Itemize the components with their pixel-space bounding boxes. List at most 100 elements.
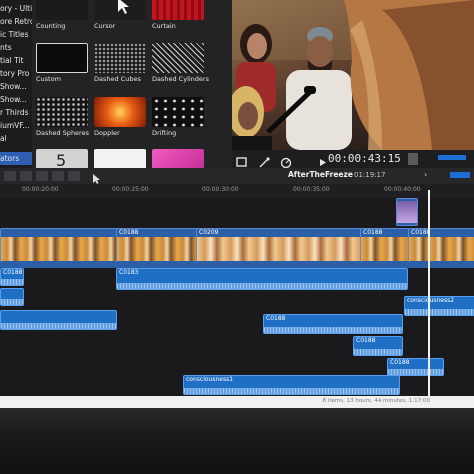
effect-countdown[interactable]: 5 [36, 149, 88, 168]
effect-thumbnail [36, 97, 88, 127]
effect-thumbnail [94, 97, 146, 127]
effect-doppler[interactable]: Doppler [94, 97, 146, 137]
effect-label: Cursor [94, 22, 116, 30]
effect-counting[interactable]: Counting [36, 0, 88, 30]
playhead[interactable] [428, 190, 430, 400]
timeline-ruler[interactable]: 00:00:20:00 00:00:25:00 00:00:30:00 00:0… [0, 184, 474, 198]
audio-waveform [184, 388, 399, 394]
audio-clip[interactable]: consciousness1 [183, 375, 400, 395]
clip-name: C0188 [356, 337, 376, 344]
sidebar-item[interactable]: nts [0, 41, 32, 54]
chevron-right-icon[interactable]: › [424, 170, 427, 179]
audio-clip[interactable]: C0188 [387, 358, 444, 376]
library-sidebar: ory - Ultim ore Retro ic Titles nts tial… [0, 0, 32, 168]
clip-name: C0188 [363, 229, 383, 236]
viewer-toolbar: 00:00:43:15 [232, 150, 474, 169]
timeline-toolbar: AfterTheFreeze 01:19:17 › [0, 168, 474, 184]
effect-label: Dashed Cylinders [152, 75, 209, 83]
clip-name: C0188 [390, 359, 410, 366]
audio-clip[interactable]: C0188 [263, 314, 403, 334]
zoom-accent-bar [450, 172, 470, 178]
sidebar-item[interactable]: r Thirds [0, 106, 32, 119]
viewer-timecode[interactable]: 00:00:43:15 [328, 152, 401, 165]
clip-filmstrip [397, 201, 417, 223]
effect-label: Counting [36, 22, 66, 30]
audio-clip[interactable]: consciousness2 [404, 296, 474, 316]
timeline-clip[interactable]: C0188 [408, 228, 474, 264]
append-clip-icon[interactable] [52, 171, 64, 181]
audio-waveform [264, 327, 402, 333]
clip-name: C0183 [119, 269, 139, 276]
sidebar-item[interactable]: ory - Ultim [0, 2, 32, 15]
clip-filmstrip [361, 237, 409, 261]
ruler-tick: 00:00:40:00 [384, 186, 421, 193]
viewer-frame-image [232, 0, 474, 150]
effect-label: Doppler [94, 129, 120, 137]
effect-thumbnail [152, 43, 204, 73]
select-tool-icon[interactable] [90, 170, 106, 184]
audio-clip[interactable]: C0188 [0, 268, 24, 286]
effect-dashed-cylinders[interactable]: Dashed Cylinders [152, 43, 209, 83]
timeline-clip[interactable]: C0188 [360, 228, 410, 264]
transform-icon[interactable] [236, 153, 248, 167]
project-name[interactable]: AfterTheFreeze [288, 170, 353, 179]
clip-name: C0188 [3, 269, 23, 276]
timeline-clip[interactable]: C0209 [196, 228, 362, 264]
audio-waveform [1, 299, 23, 305]
sidebar-item[interactable]: al [0, 132, 32, 145]
insert-clip-icon[interactable] [36, 171, 48, 181]
sidebar-item[interactable]: tory Pro [0, 67, 32, 80]
effect-label: Dashed Cubes [94, 75, 141, 83]
ruler-tick: 00:00:20:00 [22, 186, 59, 193]
clip-filmstrip [197, 237, 361, 261]
sidebar-item[interactable]: ore Retro [0, 15, 32, 28]
clip-filmstrip [117, 237, 197, 261]
sidebar-item[interactable]: ic Titles [0, 28, 32, 41]
audio-clip[interactable] [0, 288, 24, 306]
audio-clip[interactable] [0, 310, 117, 330]
effect-thumbnail [152, 97, 204, 127]
timeline-clip[interactable] [0, 228, 118, 264]
effect-pink[interactable] [152, 149, 204, 168]
effect-thumbnail [36, 43, 88, 73]
video-viewer[interactable] [232, 0, 474, 150]
clip-appearance-icon[interactable] [4, 171, 16, 181]
audio-waveform [405, 309, 474, 315]
effect-label: Drifting [152, 129, 177, 137]
effect-dashed-cubes[interactable]: Dashed Cubes [94, 43, 146, 83]
connect-clip-icon[interactable] [20, 171, 32, 181]
effect-label: Curtain [152, 22, 176, 30]
clip-name: consciousness1 [186, 376, 234, 383]
audio-clip[interactable]: C0183 [116, 268, 408, 290]
sidebar-item[interactable]: tial Tit [0, 54, 32, 67]
play-icon[interactable] [318, 153, 328, 166]
overwrite-clip-icon[interactable] [68, 171, 80, 181]
clip-name: consciousness2 [407, 297, 455, 304]
sidebar-item-selected[interactable]: ators [0, 152, 32, 165]
timeline-tracks[interactable]: C0188 C0209 C0188 C0188 C0188 C0183 cons… [0, 198, 474, 396]
effect-white[interactable] [94, 149, 146, 168]
effect-drifting[interactable]: Drifting [152, 97, 204, 137]
timeline-clip[interactable]: C0188 [116, 228, 198, 264]
effect-cursor[interactable]: Cursor [94, 0, 146, 30]
effect-curtain[interactable]: Curtain [152, 0, 204, 30]
effect-dashed-spheres[interactable]: Dashed Spheres [36, 97, 89, 137]
monitor-bezel [0, 408, 474, 474]
countdown-number: 5 [56, 151, 67, 168]
sidebar-item[interactable]: iumVF... [0, 119, 32, 132]
connected-clip[interactable] [396, 198, 418, 226]
magic-wand-icon[interactable] [258, 153, 272, 168]
effect-custom[interactable]: Custom [36, 43, 88, 83]
effect-thumbnail [94, 43, 146, 73]
audio-waveform [1, 323, 116, 329]
clip-name: C0188 [119, 229, 139, 236]
audio-meter [408, 153, 418, 165]
timeline-status-bar: 8 items, 13 hours, 44 minutes, 1:17:00 [0, 396, 474, 408]
speed-gauge-icon[interactable] [280, 153, 294, 169]
sidebar-item[interactable]: Show... [0, 93, 32, 106]
sidebar-item[interactable]: Show... [0, 80, 32, 93]
audio-clip[interactable]: C0188 [353, 336, 403, 356]
effect-label: Dashed Spheres [36, 129, 89, 137]
viewer-accent-bar [438, 155, 466, 160]
project-duration: 01:19:17 [354, 171, 386, 179]
